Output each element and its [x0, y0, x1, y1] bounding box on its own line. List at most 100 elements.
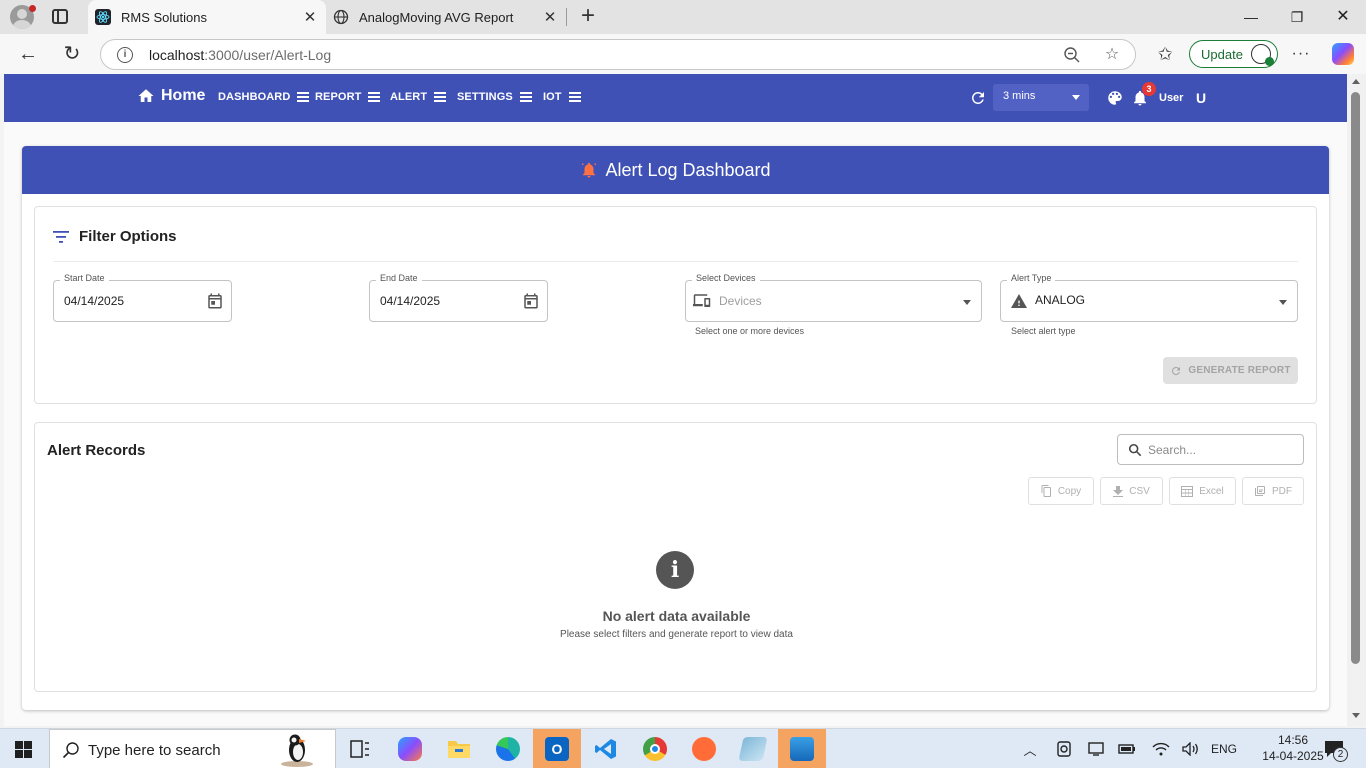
chevron-down-icon — [963, 300, 971, 305]
info-circle-icon: i — [656, 551, 694, 589]
notification-count-badge: 3 — [1142, 82, 1156, 96]
dashboard-header: Alert Log Dashboard — [22, 146, 1329, 194]
outlook-icon[interactable]: O — [533, 729, 581, 768]
excel-button[interactable]: Excel — [1169, 477, 1236, 505]
devices-select[interactable]: Select Devices Devices — [685, 273, 982, 322]
nav-settings[interactable]: SETTINGS — [457, 91, 532, 103]
copy-button[interactable]: Copy — [1028, 477, 1094, 505]
menu-icon — [568, 92, 581, 102]
menu-icon — [519, 92, 532, 102]
nav-home-link[interactable]: Home — [137, 87, 205, 105]
volume-icon[interactable] — [1180, 729, 1202, 768]
meet-now-icon[interactable] — [1053, 729, 1075, 768]
close-tab-icon[interactable]: ✕ — [540, 8, 560, 26]
profile-status-dot — [29, 5, 36, 12]
alert-type-help-text: Select alert type — [1011, 326, 1076, 336]
page-scrollbar[interactable] — [1347, 74, 1366, 726]
menu-icon — [297, 92, 310, 102]
refresh-icon[interactable] — [969, 89, 987, 107]
devices-icon — [693, 294, 711, 307]
url-text[interactable]: localhost:3000/user/Alert-Log — [149, 47, 331, 63]
nav-report[interactable]: REPORT — [315, 91, 381, 103]
file-explorer-icon[interactable] — [435, 729, 483, 768]
close-tab-icon[interactable]: ✕ — [300, 8, 320, 26]
devices-help-text: Select one or more devices — [695, 326, 805, 336]
nav-dashboard[interactable]: DASHBOARD — [218, 91, 310, 103]
close-window-icon[interactable]: ✕ — [1320, 0, 1366, 34]
copilot-icon[interactable] — [1332, 43, 1354, 65]
records-heading: Alert Records — [47, 442, 146, 459]
favorite-star-icon[interactable]: ☆ — [1103, 46, 1121, 64]
restore-icon[interactable]: ❐ — [1274, 0, 1320, 34]
avatar[interactable]: U — [1196, 90, 1206, 106]
windows-start-icon[interactable] — [15, 741, 32, 758]
favorites-icon[interactable]: ✩ — [1154, 43, 1176, 65]
table-icon — [1181, 485, 1194, 497]
chevron-down-icon — [1072, 95, 1080, 100]
system-clock[interactable]: 14:56 14-04-2025 — [1262, 732, 1324, 764]
zoom-icon[interactable] — [1063, 46, 1081, 64]
alert-log-card: Alert Log Dashboard Filter Options Start… — [22, 146, 1329, 710]
notes-app-icon[interactable] — [729, 729, 777, 768]
language-indicator[interactable]: ENG — [1208, 729, 1240, 768]
refresh-interval-select[interactable]: 3 mins — [993, 84, 1089, 111]
home-icon — [138, 89, 154, 102]
search-input[interactable] — [1148, 441, 1298, 459]
tab-separator — [566, 8, 567, 26]
calendar-icon[interactable] — [522, 292, 540, 310]
start-date-field[interactable]: Start Date 04/14/2025 — [53, 273, 232, 322]
address-toolbar: ← ↻ i localhost:3000/user/Alert-Log ☆ ✩ … — [0, 34, 1366, 74]
nav-iot[interactable]: IOT — [543, 91, 581, 103]
nav-alert[interactable]: ALERT — [390, 91, 447, 103]
tab-title: RMS Solutions — [121, 9, 207, 25]
app-viewport: Home DASHBOARD REPORT ALERT SETTINGS IOT… — [4, 74, 1347, 726]
show-hidden-icons[interactable]: ︿ — [1019, 729, 1041, 768]
copilot-app-icon[interactable] — [386, 729, 434, 768]
display-icon[interactable] — [1085, 729, 1107, 768]
search-icon — [1128, 443, 1142, 457]
scroll-down-arrow[interactable] — [1352, 713, 1360, 718]
generate-report-button[interactable]: GENERATE REPORT — [1163, 357, 1298, 384]
calendar-icon[interactable] — [206, 292, 224, 310]
browser-tab-rms[interactable]: RMS Solutions ✕ — [88, 0, 326, 34]
empty-state-subtitle: Please select filters and generate repor… — [560, 629, 793, 640]
menu-icon — [368, 92, 381, 102]
alert-records-panel: Alert Records Copy CSV Excel PDF i — [34, 422, 1317, 692]
info-icon[interactable]: i — [117, 47, 133, 63]
new-tab-icon[interactable]: + — [577, 4, 599, 28]
vscode-icon[interactable] — [582, 729, 630, 768]
battery-icon[interactable] — [1116, 729, 1138, 768]
search-icon — [62, 742, 79, 759]
more-options-icon[interactable]: ··· — [1290, 43, 1312, 65]
csv-button[interactable]: CSV — [1100, 477, 1163, 505]
wifi-icon[interactable] — [1150, 729, 1172, 768]
browser-tab-analog[interactable]: AnalogMoving AVG Report ✕ — [326, 0, 566, 34]
notification-count-badge: 2 — [1333, 747, 1348, 762]
user-label[interactable]: User — [1159, 92, 1183, 104]
alert-type-select[interactable]: Alert Type ANALOG — [1000, 273, 1298, 322]
globe-icon — [333, 9, 349, 25]
scroll-thumb[interactable] — [1351, 92, 1360, 664]
chrome-icon[interactable] — [631, 729, 679, 768]
records-search[interactable] — [1117, 434, 1304, 465]
chevron-down-icon — [1279, 300, 1287, 305]
palette-icon[interactable] — [1106, 89, 1124, 107]
end-date-field[interactable]: End Date 04/14/2025 — [369, 273, 548, 322]
photos-app-icon[interactable] — [778, 729, 826, 768]
page-title: Alert Log Dashboard — [605, 159, 771, 180]
url-bar[interactable]: i localhost:3000/user/Alert-Log ☆ — [100, 39, 1136, 70]
filter-icon — [53, 230, 69, 243]
update-button[interactable]: Update — [1189, 40, 1278, 68]
copy-icon — [1041, 485, 1051, 497]
scroll-up-arrow[interactable] — [1352, 79, 1360, 84]
tab-actions-icon[interactable] — [52, 9, 68, 24]
edge-browser-icon[interactable] — [484, 729, 532, 768]
reload-icon[interactable]: ↻ — [60, 42, 84, 66]
filter-panel: Filter Options Start Date 04/14/2025 End… — [34, 206, 1317, 404]
minimize-icon[interactable]: — — [1228, 0, 1274, 34]
back-icon[interactable]: ← — [16, 42, 40, 66]
tab-title: AnalogMoving AVG Report — [359, 9, 514, 25]
task-view-icon[interactable] — [336, 729, 384, 768]
pdf-button[interactable]: PDF — [1242, 477, 1304, 505]
postman-icon[interactable] — [680, 729, 728, 768]
